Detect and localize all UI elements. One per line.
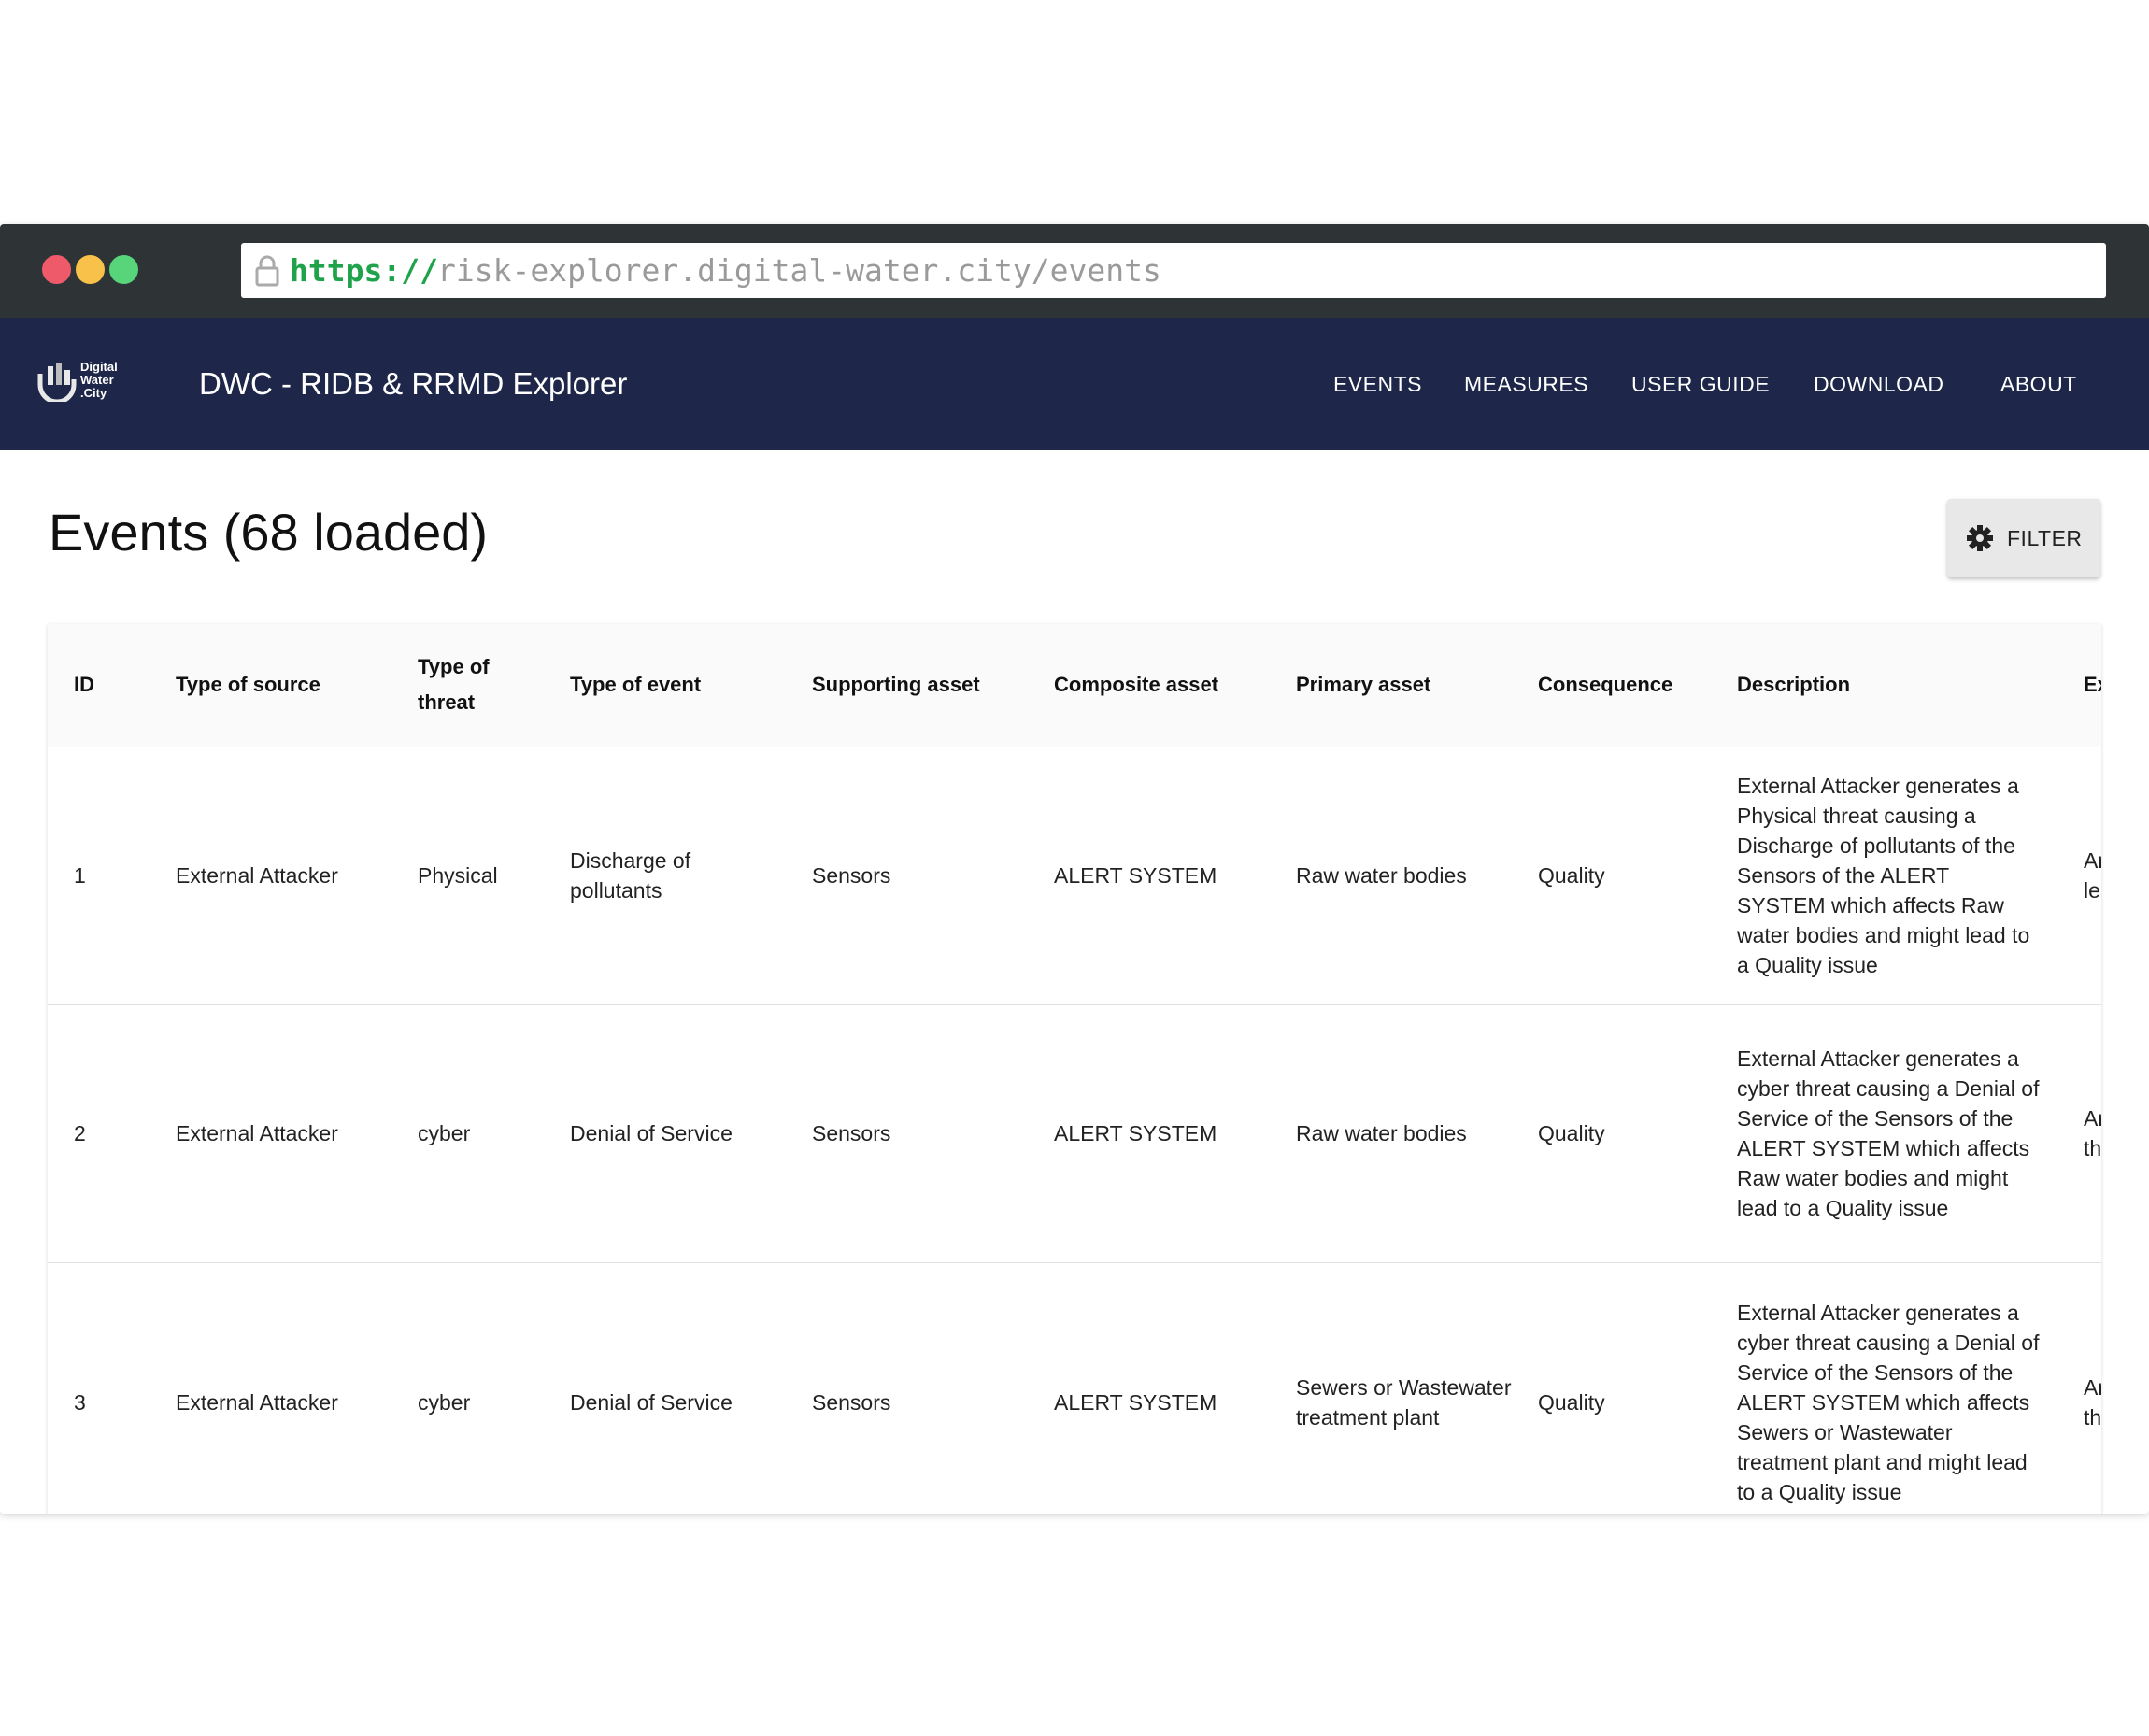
cell-type-of-threat: Physical — [391, 747, 544, 1005]
cell-supporting-asset: Sensors — [786, 747, 1028, 1005]
url-path: risk-explorer.digital-water.city/events — [437, 252, 1161, 289]
cell-description: External Attacker generates a Physical t… — [1711, 747, 2057, 1005]
col-header-description[interactable]: Description — [1711, 624, 2057, 747]
cell-type-of-threat: cyber — [391, 1262, 544, 1514]
cell-supporting-asset: Sensors — [786, 1262, 1028, 1514]
col-header-type-of-source[interactable]: Type of source — [149, 624, 391, 747]
cell-primary-asset: Raw water bodies — [1270, 747, 1512, 1005]
minimize-window-button[interactable] — [76, 255, 105, 284]
cell-composite-asset: ALERT SYSTEM — [1028, 747, 1270, 1005]
cell-example: An a wher sens close then — [2057, 1004, 2101, 1263]
cell-consequence: Quality — [1512, 1004, 1711, 1263]
app-title[interactable]: DWC - RIDB & RRMD Explorer — [199, 318, 627, 450]
water-drop-logo-icon — [37, 363, 77, 402]
address-bar[interactable]: https:// risk-explorer.digital-water.cit… — [241, 243, 2106, 298]
events-table-card: ID Type of source Type of threat Type of… — [48, 624, 2101, 1514]
cell-composite-asset: ALERT SYSTEM — [1028, 1262, 1270, 1514]
app-navbar: Digital Water .City DWC - RIDB & RRMD Ex… — [0, 318, 2149, 450]
cell-type-of-source: External Attacker — [149, 1004, 391, 1263]
browser-window: https:// risk-explorer.digital-water.cit… — [0, 224, 2149, 1514]
cell-id: 1 — [48, 747, 149, 1005]
page-title: Events (68 loaded) — [49, 503, 489, 562]
col-header-supporting-asset[interactable]: Supporting asset — [786, 624, 1028, 747]
cell-id: 2 — [48, 1004, 149, 1263]
cell-consequence: Quality — [1512, 1262, 1711, 1514]
table-row[interactable]: 1 External Attacker Physical Discharge o… — [48, 747, 2101, 1005]
url-scheme: https:// — [290, 252, 438, 289]
cell-description: External Attacker generates a cyber thre… — [1711, 1262, 2057, 1514]
filter-button[interactable]: FILTER — [1947, 499, 2100, 577]
cell-description: External Attacker generates a cyber thre… — [1711, 1004, 2057, 1263]
cell-type-of-event: Denial of Service — [544, 1004, 786, 1263]
cell-id: 3 — [48, 1262, 149, 1514]
col-header-primary-asset[interactable]: Primary asset — [1270, 624, 1512, 747]
nav-measures[interactable]: MEASURES — [1464, 318, 1588, 450]
cell-composite-asset: ALERT SYSTEM — [1028, 1004, 1270, 1263]
col-header-composite-asset[interactable]: Composite asset — [1028, 624, 1270, 747]
table-header-row: ID Type of source Type of threat Type of… — [48, 624, 2101, 747]
browser-chrome: https:// risk-explorer.digital-water.cit… — [0, 224, 2149, 318]
cell-type-of-event: Denial of Service — [544, 1262, 786, 1514]
events-table: ID Type of source Type of threat Type of… — [48, 624, 2101, 1514]
cell-type-of-threat: cyber — [391, 1004, 544, 1263]
cell-primary-asset: Raw water bodies — [1270, 1004, 1512, 1263]
close-window-button[interactable] — [42, 255, 71, 284]
cell-type-of-source: External Attacker — [149, 747, 391, 1005]
col-header-type-of-event[interactable]: Type of event — [544, 624, 786, 747]
cell-consequence: Quality — [1512, 747, 1711, 1005]
nav-about[interactable]: ABOUT — [2000, 318, 2077, 450]
col-header-type-of-threat[interactable]: Type of threat — [391, 624, 544, 747]
lock-icon — [255, 255, 279, 287]
table-row[interactable]: 3 External Attacker cyber Denial of Serv… — [48, 1262, 2101, 1514]
cell-example: An a wher sens close then — [2057, 1262, 2101, 1514]
table-row[interactable]: 2 External Attacker cyber Denial of Serv… — [48, 1004, 2101, 1263]
col-header-id[interactable]: ID — [48, 624, 149, 747]
nav-download[interactable]: DOWNLOAD — [1814, 318, 1943, 450]
gear-icon — [1967, 525, 1993, 551]
app-logo[interactable]: Digital Water .City — [37, 361, 140, 407]
cell-type-of-event: Discharge of pollutants — [544, 747, 786, 1005]
cell-example: An a pollu trick into leadi the b — [2057, 747, 2101, 1005]
cell-supporting-asset: Sensors — [786, 1004, 1028, 1263]
filter-label: FILTER — [2007, 526, 2083, 550]
cell-primary-asset: Sewers or Wastewater treatment plant — [1270, 1262, 1512, 1514]
maximize-window-button[interactable] — [109, 255, 138, 284]
nav-events[interactable]: EVENTS — [1333, 318, 1422, 450]
cell-type-of-source: External Attacker — [149, 1262, 391, 1514]
logo-text: Digital Water .City — [80, 360, 118, 400]
col-header-consequence[interactable]: Consequence — [1512, 624, 1711, 747]
col-header-example[interactable]: Exar — [2057, 624, 2101, 747]
nav-user-guide[interactable]: USER GUIDE — [1631, 318, 1770, 450]
